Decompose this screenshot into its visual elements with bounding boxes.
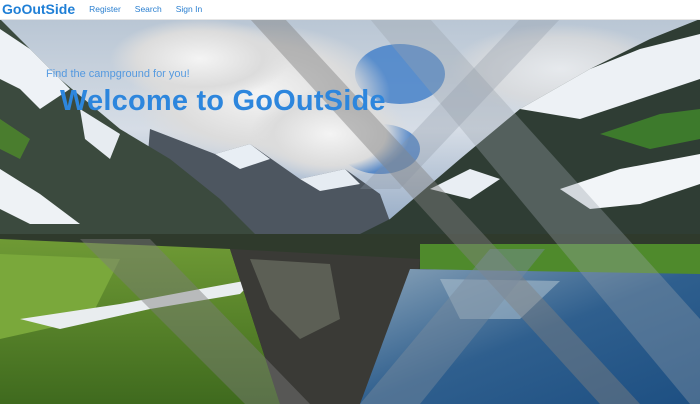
brand-logo-link[interactable]: GoOutSide: [0, 0, 75, 19]
hero-background: Find the campground for you! Welcome to …: [0, 19, 700, 404]
nav-link-sign-in[interactable]: Sign In: [176, 0, 202, 19]
top-navbar: GoOutSide Register Search Sign In: [0, 0, 700, 20]
nav-link-register[interactable]: Register: [89, 0, 121, 19]
nav-link-search[interactable]: Search: [135, 0, 162, 19]
hero-tagline: Find the campground for you!: [46, 68, 190, 80]
hero-headline: Welcome to GoOutSide: [60, 85, 386, 117]
